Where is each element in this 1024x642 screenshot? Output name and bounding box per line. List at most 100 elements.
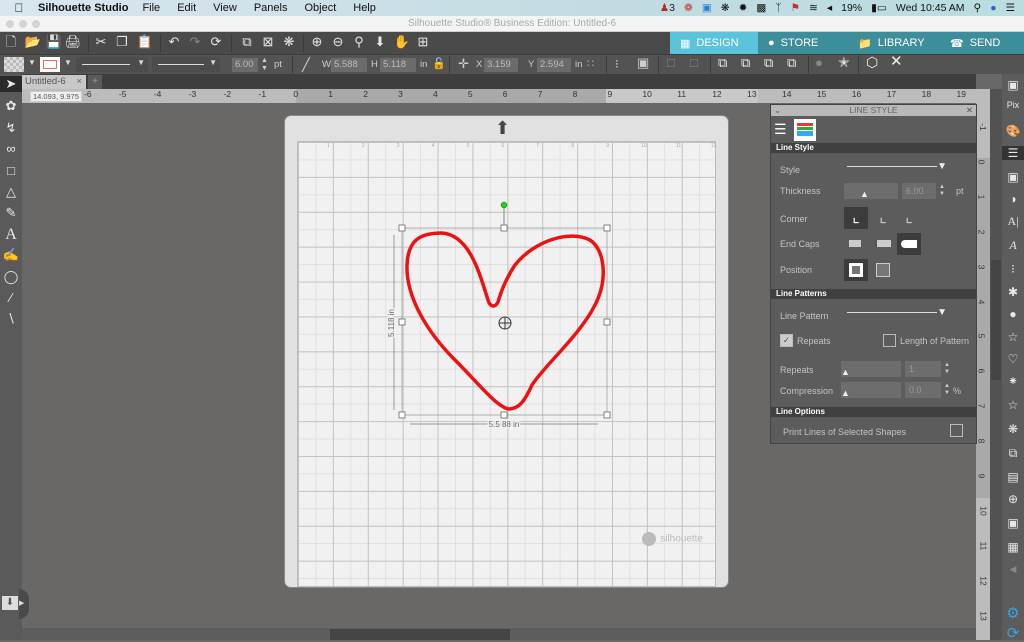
modify-icon[interactable]: ● <box>1002 307 1024 321</box>
copy-icon[interactable]: ❐ <box>113 32 131 52</box>
cut-icon[interactable]: ✂ <box>92 32 110 52</box>
delete-icon[interactable]: ✕ <box>890 54 903 69</box>
fill-color-swatch[interactable] <box>4 57 24 72</box>
slider-thumb[interactable]: ▲ <box>860 189 869 199</box>
layers-icon[interactable]: ▣ <box>1002 516 1024 530</box>
compression-stepper[interactable]: ▲ ▼ <box>944 383 950 397</box>
ungroup-icon[interactable]: □ <box>690 56 698 70</box>
notification-center-icon[interactable]: ☰ <box>1006 2 1015 14</box>
vertical-scroll-thumb[interactable] <box>991 260 1001 380</box>
knife-tool-icon[interactable]: ∕ <box>0 290 22 305</box>
resize-handle-bl[interactable] <box>398 411 406 419</box>
line-style-panel-icon[interactable]: ☰ <box>1002 146 1024 160</box>
line-color-swatch[interactable] <box>40 57 60 72</box>
battery-icon[interactable]: ▮▭ <box>871 2 887 14</box>
rotate-handle[interactable] <box>500 201 508 209</box>
compression-slider[interactable]: ▲ <box>841 382 901 398</box>
line-color-tab-icon[interactable] <box>794 119 816 141</box>
bluetooth-icon[interactable]: ᛉ <box>775 2 781 14</box>
status-display-icon[interactable]: ▩ <box>756 2 766 14</box>
menu-help[interactable]: Help <box>353 2 376 14</box>
save-icon[interactable]: 💾 <box>45 32 63 52</box>
position-outside-option[interactable] <box>844 259 868 281</box>
pixscan-icon[interactable]: Pix <box>1002 100 1024 110</box>
offset-icon[interactable]: ☆ <box>1002 330 1024 344</box>
line-pattern-select[interactable]: ▼ <box>847 307 947 319</box>
line-style-select[interactable]: ▼ <box>76 57 148 72</box>
page-setup-icon[interactable]: ▣ <box>1002 78 1024 92</box>
status-photos-icon[interactable]: ▣ <box>702 2 712 14</box>
group-select-icon[interactable]: ⧉ <box>238 32 256 52</box>
y-position-input[interactable]: 2.594 <box>537 58 571 72</box>
rhinestone-icon[interactable]: ⁕ <box>1002 374 1024 388</box>
close-tab-icon[interactable]: × <box>76 75 82 89</box>
bring-to-front-icon[interactable]: ⧉ <box>718 56 727 70</box>
line-style-tab-icon[interactable]: ☰ <box>774 120 792 138</box>
new-document-icon[interactable]: 🗋 <box>2 32 20 52</box>
spotlight-search-icon[interactable]: ⚲ <box>974 2 982 14</box>
pan-hand-icon[interactable]: ✋ <box>393 32 411 52</box>
close-panel-icon[interactable]: ✕ <box>966 105 973 116</box>
resize-handle-tr[interactable] <box>603 224 611 232</box>
edit-points-tool-icon[interactable]: ✿ <box>0 98 22 114</box>
text-to-path-icon[interactable]: A <box>1002 238 1024 253</box>
corner-bevel-option[interactable]: ⌞ <box>897 207 921 229</box>
refresh-icon[interactable]: ⟳ <box>207 32 225 52</box>
status-creative-icon[interactable]: ❋ <box>721 2 730 14</box>
thickness-stepper[interactable]: ▲ ▼ <box>261 57 268 73</box>
tab-send[interactable]: ☎ SEND <box>940 32 1024 54</box>
fill-pattern-icon[interactable]: ▤ <box>1002 470 1024 484</box>
puzzle-icon[interactable]: ❋ <box>1002 422 1024 436</box>
design-canvas-selection[interactable]: 5.118 in 5.5 88 in <box>380 195 620 435</box>
print-icon[interactable]: 🖨 <box>64 32 82 52</box>
line-pattern-select[interactable]: ▼ <box>152 57 220 72</box>
lock-aspect-icon[interactable]: 🔓 <box>432 57 446 71</box>
weld-icon[interactable]: ● <box>815 56 823 70</box>
vertical-ruler[interactable]: -1 0 1 2 3 4 5 6 7 8 9 10 11 12 13 <box>976 89 990 640</box>
line-thickness-input[interactable]: 6.00 <box>232 58 258 72</box>
document-tab[interactable]: Untitled-6 × <box>22 75 86 89</box>
replicate-panel-icon[interactable]: ⧉ <box>1002 446 1024 461</box>
library-download-icon[interactable]: ⬇ <box>2 596 18 610</box>
draw-tool-icon[interactable]: ✎ <box>0 205 22 221</box>
group-icon[interactable]: □ <box>667 56 675 70</box>
tab-library[interactable]: 📁 LIBRARY <box>848 32 940 54</box>
open-folder-icon[interactable]: 📂 <box>24 32 42 52</box>
menu-object[interactable]: Object <box>304 2 336 14</box>
new-tab-button[interactable]: + <box>88 75 102 89</box>
position-center-option[interactable] <box>871 259 895 281</box>
resize-handle-b[interactable] <box>500 411 508 419</box>
apple-menu-icon[interactable]:  <box>0 1 38 15</box>
add-page-icon[interactable]: ⊞ <box>414 32 432 52</box>
corner-round-option[interactable]: ⌞ <box>871 207 895 229</box>
star-icon[interactable]: ☆ <box>1002 398 1024 412</box>
collapse-panel-icon[interactable]: ⌄ <box>774 105 781 116</box>
compression-value-input[interactable]: 0.0 <box>905 382 941 398</box>
offset-star-icon[interactable]: ✭ <box>838 55 850 69</box>
repeats-checkbox[interactable]: ✓ <box>780 334 793 347</box>
width-input[interactable]: 5.588 <box>331 58 367 72</box>
endcap-butt-option[interactable] <box>844 233 868 255</box>
horizontal-scroll-thumb[interactable] <box>330 629 510 640</box>
fill-dropdown-icon[interactable]: ▼ <box>28 58 36 67</box>
line-color-dropdown-icon[interactable]: ▼ <box>64 58 72 67</box>
select-tool-icon[interactable]: ➤ <box>0 76 22 92</box>
corner-miter-option[interactable]: ⌞ <box>844 207 868 229</box>
transform-icon[interactable]: ✱ <box>1002 285 1024 299</box>
send-backward-icon[interactable]: ⧉ <box>764 56 773 70</box>
paste-icon[interactable]: 📋 <box>136 32 154 52</box>
reference-point-icon[interactable]: ∷ <box>587 57 594 71</box>
line-tool-icon[interactable]: ╱ <box>302 58 310 72</box>
status-app-icon[interactable]: ❁ <box>684 2 693 14</box>
resize-handle-br[interactable] <box>603 411 611 419</box>
notification-icon[interactable]: ♟3 <box>660 2 675 14</box>
eyedropper-tool-icon[interactable]: ∖ <box>0 311 22 327</box>
fit-to-page-icon[interactable]: ⬇ <box>371 32 389 52</box>
endcap-round-option[interactable] <box>897 233 921 255</box>
zoom-in-icon[interactable]: ⊕ <box>308 32 326 52</box>
sketch-tool-icon[interactable]: ✍ <box>0 247 22 263</box>
repeats-value-input[interactable]: 1 <box>905 361 941 377</box>
zoom-window-button[interactable] <box>32 20 40 28</box>
volume-icon[interactable]: ◂ <box>827 2 832 14</box>
zoom-select-icon[interactable]: ⚲ <box>350 32 368 52</box>
